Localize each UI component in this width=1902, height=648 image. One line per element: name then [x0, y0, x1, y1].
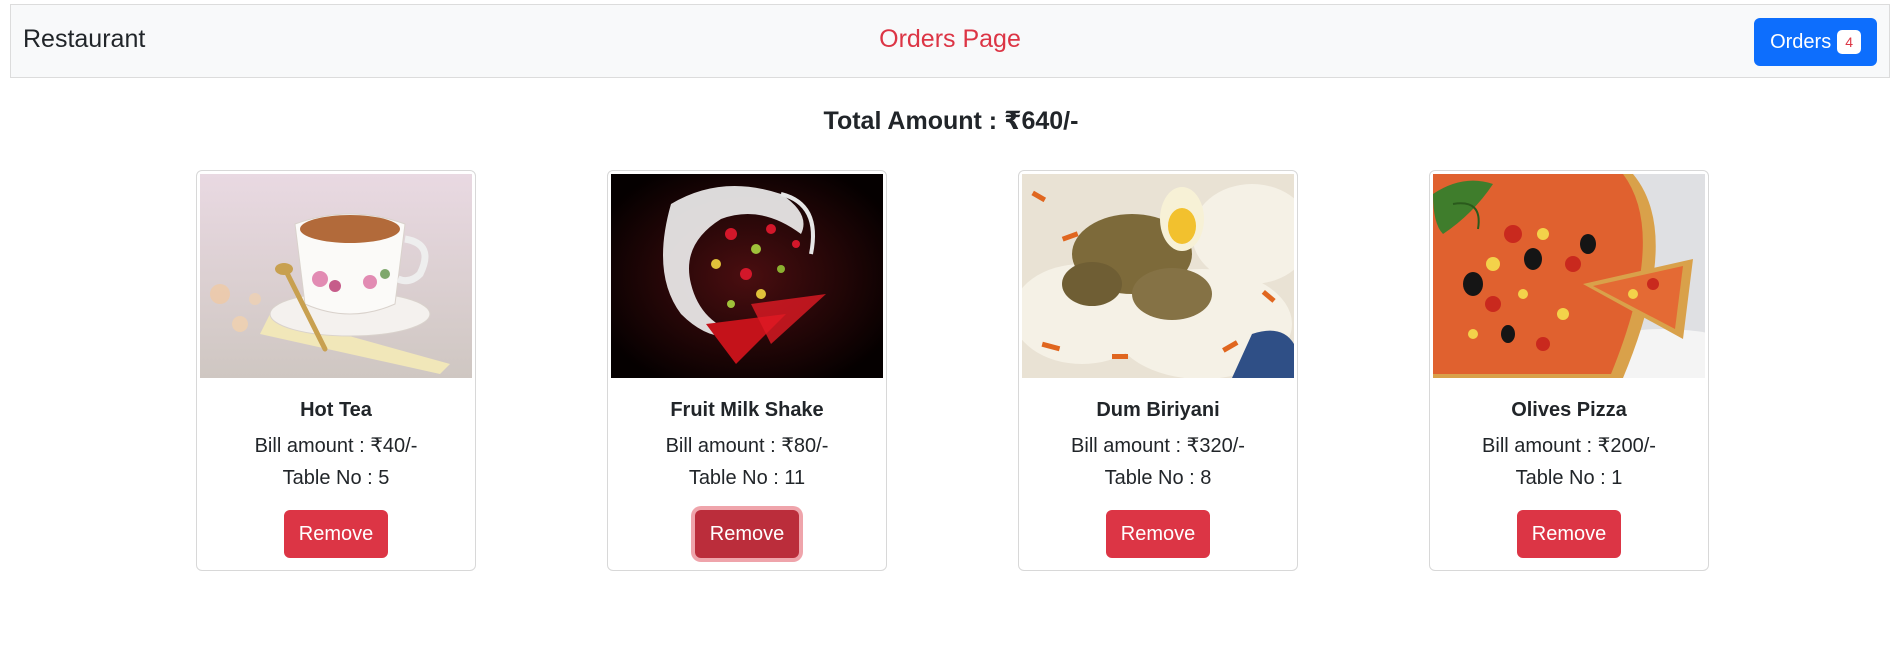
order-card: Dum Biriyani Bill amount : ₹320/- Table …	[1018, 170, 1298, 571]
order-bill-amount: Bill amount : ₹40/-	[254, 435, 418, 457]
order-table-number: Table No : 5	[282, 467, 390, 489]
brand-name[interactable]: Restaurant	[23, 25, 145, 54]
biriyani-photo	[1022, 174, 1294, 378]
order-item-name: Fruit Milk Shake	[670, 399, 824, 421]
order-table-number: Table No : 1	[1515, 467, 1623, 489]
order-table-number: Table No : 11	[688, 467, 806, 489]
remove-button[interactable]: Remove	[1106, 510, 1210, 558]
order-bill-amount: Bill amount : ₹200/-	[1482, 435, 1656, 457]
order-card: Olives Pizza Bill amount : ₹200/- Table …	[1429, 170, 1709, 571]
order-bill-amount: Bill amount : ₹320/-	[1071, 435, 1245, 457]
milkshake-splash-photo	[611, 174, 883, 378]
order-item-name: Olives Pizza	[1511, 399, 1627, 421]
order-card: Fruit Milk Shake Bill amount : ₹80/- Tab…	[607, 170, 887, 571]
pizza-photo	[1433, 174, 1705, 378]
navbar: Restaurant Orders Page Orders 4	[10, 4, 1890, 78]
order-card: Hot Tea Bill amount : ₹40/- Table No : 5…	[196, 170, 476, 571]
total-amount: Total Amount : ₹640/-	[823, 107, 1079, 135]
remove-button[interactable]: Remove	[1517, 510, 1621, 558]
order-table-number: Table No : 8	[1104, 467, 1212, 489]
remove-button[interactable]: Remove	[695, 510, 799, 558]
order-item-name: Dum Biriyani	[1096, 399, 1220, 421]
order-item-name: Hot Tea	[300, 399, 372, 421]
order-bill-amount: Bill amount : ₹80/-	[665, 435, 829, 457]
orders-button[interactable]: Orders 4	[1754, 18, 1877, 66]
orders-button-label: Orders	[1770, 30, 1832, 53]
orders-count-badge: 4	[1837, 30, 1861, 54]
remove-button[interactable]: Remove	[284, 510, 388, 558]
page-title: Orders Page	[879, 25, 1021, 53]
tea-cup-photo	[200, 174, 472, 378]
